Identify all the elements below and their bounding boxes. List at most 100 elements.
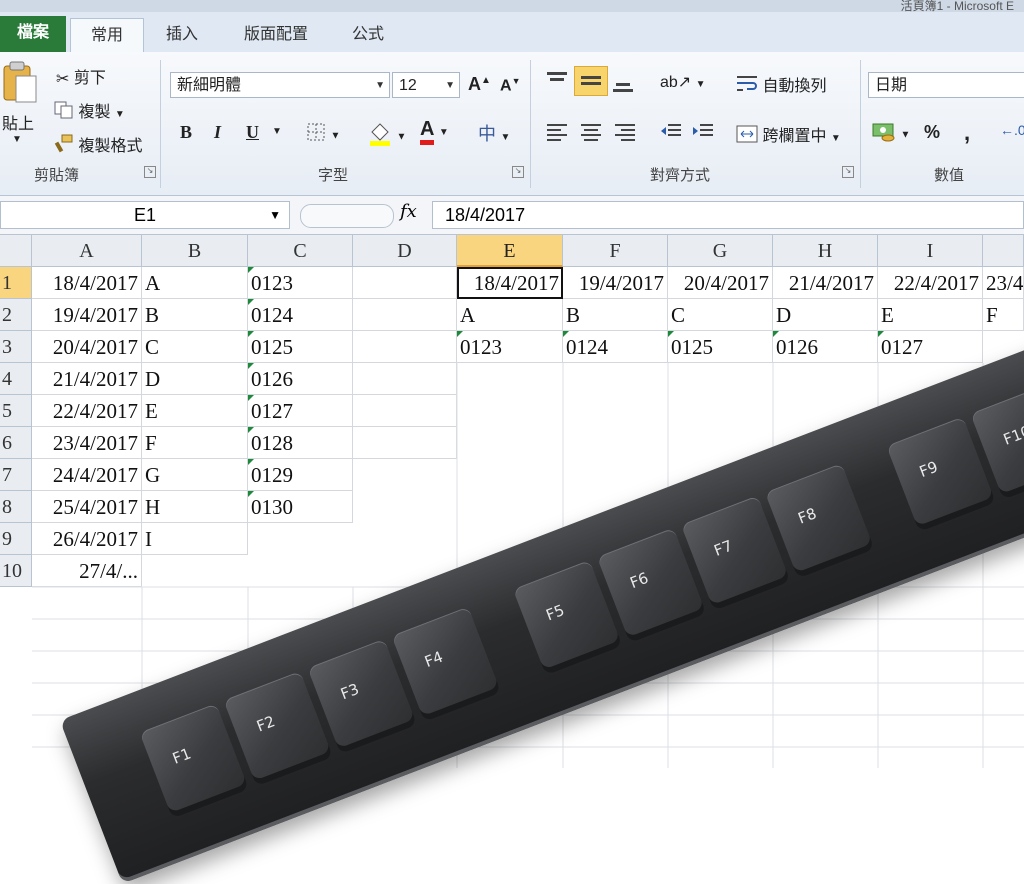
font-color-icon: A — [420, 118, 435, 145]
phonetic-button[interactable]: 中 ▼ — [478, 120, 510, 146]
chevron-down-icon: ▼ — [396, 131, 407, 143]
key-f7-label: F7 — [711, 536, 735, 560]
chevron-down-icon[interactable]: ▼ — [445, 73, 455, 99]
copy-icon — [54, 101, 74, 124]
orientation-button[interactable]: ab↗ ▼ — [660, 72, 706, 92]
align-center-icon — [581, 124, 601, 141]
cut-button[interactable]: ✂ 剪下 — [56, 64, 106, 89]
font-size-value: 12 — [399, 77, 417, 94]
fill-color-button[interactable]: ▼ — [368, 120, 406, 151]
group-label-number: 數值 — [934, 167, 965, 184]
chevron-down-icon[interactable]: ▼ — [272, 126, 282, 137]
increase-decimal-button[interactable]: ←.0 — [1000, 122, 1024, 138]
align-right-button[interactable] — [614, 122, 636, 147]
key-f8-label: F8 — [795, 504, 819, 528]
font-name-combo[interactable]: 新細明體 ▼ — [170, 72, 390, 98]
alignment-launcher-icon[interactable]: ↘ — [842, 166, 854, 178]
font-launcher-icon[interactable]: ↘ — [512, 166, 524, 178]
chevron-down-icon: ▼ — [438, 127, 449, 138]
decrease-indent-icon — [661, 124, 681, 136]
number-format-combo[interactable]: 日期 — [868, 72, 1024, 98]
align-bottom-icon — [613, 83, 633, 92]
merge-cells-icon — [736, 124, 758, 149]
key-f5-label: F5 — [543, 601, 567, 625]
paint-bucket-icon — [368, 120, 392, 151]
paste-button[interactable]: 貼上 ▼ — [0, 60, 44, 150]
increase-indent-button[interactable] — [692, 122, 714, 147]
key-f2-label: F2 — [254, 712, 278, 736]
copy-button[interactable]: 複製 ▼ — [54, 98, 125, 124]
title-bar: 活頁簿1 - Microsoft E — [0, 0, 1024, 13]
formula-input[interactable]: 18/4/2017 — [432, 201, 1024, 229]
caret-down-icon: ▼ — [511, 76, 521, 86]
key-f4-label: F4 — [422, 647, 446, 671]
tab-page-layout[interactable]: 版面配置 — [228, 18, 324, 52]
align-left-icon — [547, 124, 567, 141]
align-middle-button[interactable] — [574, 66, 608, 96]
format-painter-button[interactable]: 複製格式 — [54, 132, 142, 159]
percent-button[interactable]: % — [924, 122, 940, 143]
align-center-button[interactable] — [580, 122, 602, 147]
chevron-down-icon: ▼ — [695, 79, 706, 90]
accounting-format-button[interactable]: ▼ — [872, 120, 910, 147]
shrink-font-button[interactable]: A▼ — [500, 76, 520, 95]
align-left-button[interactable] — [546, 122, 568, 147]
align-bottom-button[interactable] — [612, 74, 634, 99]
paste-label: 貼上 — [2, 116, 35, 133]
tab-insert[interactable]: 插入 — [150, 18, 214, 52]
wrap-text-button[interactable]: 自動換列 — [736, 72, 826, 99]
chevron-down-icon: ▼ — [12, 134, 22, 145]
align-top-icon — [547, 72, 567, 81]
cell-e1[interactable]: 18/4/2017 — [457, 267, 563, 299]
tab-formulas[interactable]: 公式 — [336, 18, 400, 52]
tab-file[interactable]: 檔案 — [0, 16, 66, 52]
caret-up-icon: ▲ — [481, 75, 491, 86]
merge-center-button[interactable]: 跨欄置中 ▼ — [736, 122, 841, 149]
grow-font-label: A — [468, 74, 481, 94]
underline-button[interactable]: U — [246, 122, 259, 143]
key-f9-label: F9 — [916, 457, 941, 482]
border-icon — [306, 122, 326, 147]
insert-function-button[interactable]: fx — [400, 201, 417, 222]
chevron-down-icon: ▼ — [500, 132, 511, 143]
format-painter-label: 複製格式 — [78, 138, 143, 155]
key-f10-label: F10 — [1000, 422, 1024, 449]
shrink-font-label: A — [500, 77, 512, 95]
currency-icon — [872, 120, 896, 147]
key-f3-label: F3 — [338, 679, 362, 704]
align-right-icon — [615, 124, 635, 141]
ribbon-divider — [160, 60, 161, 188]
key-f1-label: F1 — [170, 744, 194, 768]
decrease-indent-button[interactable] — [660, 122, 682, 147]
grow-font-button[interactable]: A▲ — [468, 74, 491, 95]
increase-decimal-icon: ←.0 — [1000, 122, 1024, 138]
bold-button[interactable]: B — [180, 122, 192, 143]
orientation-icon: ab↗ — [660, 74, 692, 91]
group-label-clipboard: 剪貼簿 — [34, 167, 80, 184]
chevron-down-icon[interactable]: ▼ — [269, 202, 281, 228]
cut-label: 剪下 — [73, 70, 106, 87]
key-f6-label: F6 — [627, 568, 651, 593]
tab-home[interactable]: 常用 — [70, 18, 144, 53]
align-top-button[interactable] — [546, 70, 568, 95]
name-box-value: E1 — [133, 205, 157, 225]
ribbon: 貼上 ▼ ✂ 剪下 複製 ▼ 複製格式 剪貼簿 ↘ 新細明體 ▼ 12 ▼ A▲… — [0, 52, 1024, 196]
brush-icon — [54, 134, 74, 159]
font-name-value: 新細明體 — [177, 77, 242, 94]
font-size-combo[interactable]: 12 ▼ — [392, 72, 460, 98]
comma-button[interactable]: , — [964, 120, 970, 146]
chevron-down-icon[interactable]: ▼ — [375, 73, 385, 99]
clipboard-launcher-icon[interactable]: ↘ — [144, 166, 156, 178]
formula-bar-splitter[interactable] — [300, 204, 394, 228]
paste-icon — [3, 61, 37, 103]
wrap-text-icon — [736, 74, 758, 99]
wrap-text-label: 自動換列 — [762, 78, 827, 95]
font-color-button[interactable]: A ▼ — [420, 118, 449, 145]
name-box[interactable]: E1 ▼ — [0, 201, 290, 229]
italic-button[interactable]: I — [214, 122, 221, 143]
formula-bar: E1 ▼ fx 18/4/2017 — [0, 196, 1024, 235]
borders-button[interactable]: ▼ — [306, 122, 340, 147]
chevron-down-icon: ▼ — [114, 109, 125, 120]
chevron-down-icon: ▼ — [900, 129, 911, 141]
group-label-alignment: 對齊方式 — [650, 167, 711, 184]
